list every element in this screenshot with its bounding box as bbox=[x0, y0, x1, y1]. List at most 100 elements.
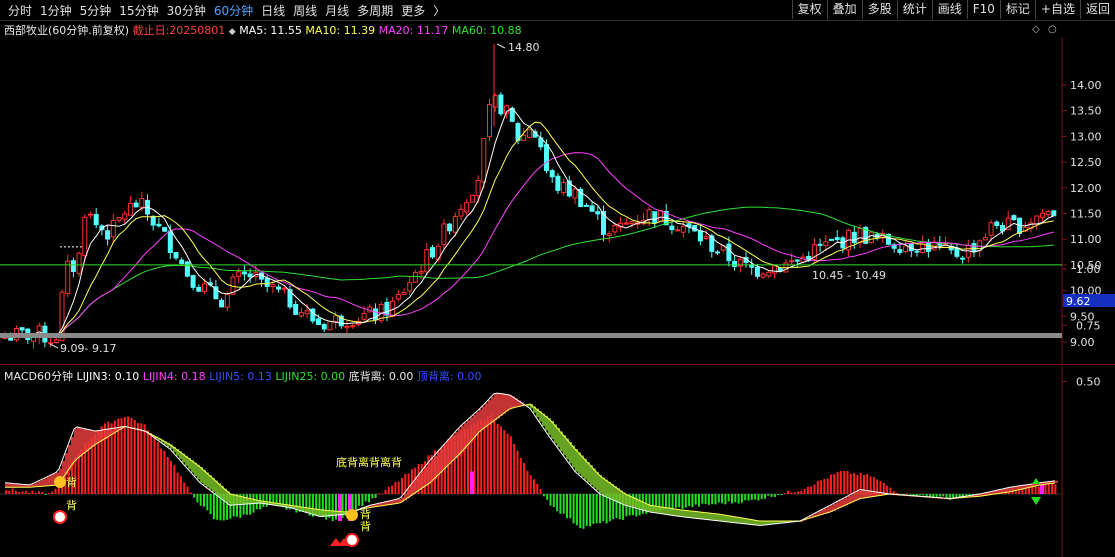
macd-histogram-bar bbox=[519, 457, 522, 494]
macd-histogram-bar bbox=[546, 494, 549, 500]
candle-body bbox=[76, 252, 82, 274]
macd-histogram-bar bbox=[1047, 483, 1050, 494]
candle-body bbox=[549, 170, 555, 178]
candle-body bbox=[777, 267, 783, 272]
macd-fill-strip bbox=[677, 509, 680, 517]
macd-fill-strip bbox=[428, 462, 431, 485]
macd-histogram-bar bbox=[179, 476, 182, 494]
macd-fill-strip bbox=[725, 515, 728, 522]
macd-histogram-bar bbox=[262, 494, 265, 508]
macd-histogram-bar bbox=[374, 494, 377, 499]
macd-histogram-bar bbox=[523, 463, 526, 494]
candle-body bbox=[572, 188, 578, 199]
macd-fill-strip bbox=[50, 475, 53, 486]
macd-histogram-bar bbox=[397, 481, 400, 494]
macd-fill-strip bbox=[323, 510, 326, 517]
candle-body bbox=[703, 236, 709, 239]
candle-body bbox=[304, 310, 310, 315]
candle-body bbox=[646, 209, 652, 221]
macd-histogram-bar bbox=[922, 494, 925, 496]
gray-band bbox=[0, 333, 1062, 338]
macd-histogram-bar bbox=[153, 436, 156, 494]
macd-histogram-bar bbox=[123, 416, 126, 494]
macd-highlight-bar bbox=[338, 494, 342, 521]
candle-body bbox=[954, 247, 960, 257]
macd-histogram-bar bbox=[711, 494, 714, 505]
macd-fill-strip bbox=[446, 442, 449, 468]
macd-histogram-bar bbox=[744, 494, 747, 501]
macd-histogram-bar bbox=[896, 492, 898, 494]
candle-body bbox=[219, 299, 225, 308]
macd-histogram-bar bbox=[516, 450, 519, 494]
price-tick-label: 11.00 bbox=[1070, 233, 1102, 246]
candle-body bbox=[669, 225, 675, 231]
candle-body bbox=[241, 271, 247, 275]
macd-histogram-bar bbox=[582, 494, 585, 529]
macd-fill-strip bbox=[44, 478, 47, 487]
macd-fill-strip bbox=[488, 400, 491, 425]
macd-histogram-bar bbox=[905, 493, 908, 495]
macd-fill-strip bbox=[242, 496, 245, 505]
ma20-line bbox=[4, 152, 1054, 339]
candle-body bbox=[857, 228, 863, 244]
macd-histogram-bar bbox=[496, 423, 499, 494]
macd-histogram-bar bbox=[1037, 486, 1040, 494]
macd-histogram-bar bbox=[143, 424, 146, 494]
macd-histogram-bar bbox=[678, 494, 681, 508]
macd-histogram-bar bbox=[493, 420, 496, 494]
macd-histogram-bar bbox=[77, 453, 80, 494]
candle-body bbox=[167, 230, 173, 254]
candle-body bbox=[224, 293, 230, 308]
candle-body bbox=[105, 230, 111, 240]
candle-body bbox=[754, 266, 760, 277]
macd-histogram-bar bbox=[8, 490, 11, 494]
candle-body bbox=[70, 260, 76, 272]
dif-line bbox=[4, 392, 1056, 526]
candle-body bbox=[914, 250, 920, 253]
macd-fill-strip bbox=[686, 510, 689, 518]
macd-fill-strip bbox=[47, 476, 50, 486]
macd-histogram-bar bbox=[391, 485, 394, 494]
macd-fill-strip bbox=[722, 514, 725, 522]
candle-body bbox=[344, 325, 350, 329]
candle-body bbox=[481, 137, 487, 183]
macd-fill-strip bbox=[422, 470, 425, 489]
macd-fill-strip bbox=[509, 394, 512, 410]
macd-histogram-bar bbox=[265, 494, 268, 507]
candle-body bbox=[817, 243, 823, 246]
macd-histogram-bar bbox=[882, 482, 885, 494]
candle-body bbox=[190, 275, 196, 288]
macd-histogram-bar bbox=[698, 494, 700, 507]
price-tick-label: 14.00 bbox=[1070, 79, 1102, 92]
macd-tick-label: 0.50 bbox=[1076, 376, 1101, 389]
macd-histogram-bar bbox=[790, 492, 793, 494]
macd-histogram-bar bbox=[968, 494, 971, 495]
ma60-line bbox=[4, 206, 1054, 339]
candle-body bbox=[196, 286, 202, 292]
macd-histogram-bar bbox=[797, 491, 799, 494]
candle-body bbox=[829, 238, 834, 241]
macd-histogram-bar bbox=[189, 492, 192, 494]
candle-body bbox=[971, 243, 977, 252]
candle-body bbox=[350, 325, 356, 328]
candle-body bbox=[156, 223, 162, 227]
candle-body bbox=[401, 292, 407, 295]
macd-histogram-bar bbox=[886, 485, 889, 494]
macd-fill-strip bbox=[713, 513, 716, 521]
candle-body bbox=[658, 209, 663, 223]
candle-body bbox=[116, 217, 122, 221]
macd-histogram-bar bbox=[849, 473, 852, 494]
macd-histogram-bar bbox=[681, 494, 684, 509]
macd-histogram-bar bbox=[605, 494, 608, 524]
candle-body bbox=[179, 259, 185, 264]
macd-fill-strip bbox=[230, 494, 233, 506]
macd-fill-strip bbox=[662, 507, 665, 514]
macd-histogram-bar bbox=[1051, 482, 1054, 494]
candle-body bbox=[521, 134, 527, 141]
macd-fill-strip bbox=[485, 403, 488, 428]
macd-fill-strip bbox=[38, 481, 41, 487]
chart-canvas[interactable]: 14.0013.5013.0012.5012.0011.5011.0010.50… bbox=[0, 0, 1115, 557]
candle-body bbox=[93, 214, 99, 226]
macd-fill-strip bbox=[680, 509, 683, 517]
macd-histogram-bar bbox=[206, 494, 209, 511]
